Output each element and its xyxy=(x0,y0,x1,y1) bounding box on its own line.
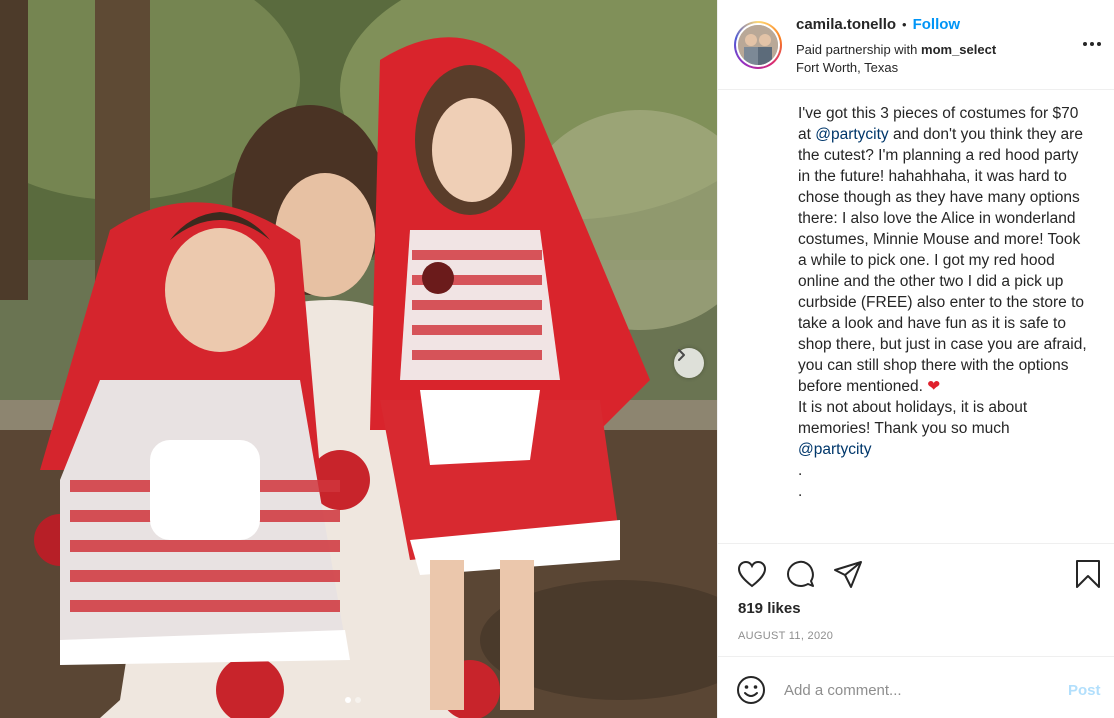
separator: • xyxy=(902,17,907,32)
partner-link[interactable]: mom_select xyxy=(921,42,996,57)
carousel-dot xyxy=(355,697,361,703)
share-button[interactable] xyxy=(832,558,864,590)
post-actions: 819 likes August 11, 2020 xyxy=(718,543,1114,655)
post-header: camila.tonello • Follow Paid partnership… xyxy=(718,0,1114,90)
mention-link[interactable]: @partycity xyxy=(815,126,888,143)
emoji-button[interactable] xyxy=(736,675,766,705)
avatar[interactable] xyxy=(734,21,782,69)
heart-emoji: ❤ xyxy=(927,378,941,395)
username-row: camila.tonello • Follow xyxy=(796,16,960,33)
partnership-prefix: Paid partnership with xyxy=(796,42,922,57)
carousel-dot-active xyxy=(345,697,351,703)
caption-text-2: and don't you think they are the cutest?… xyxy=(798,126,1087,395)
carousel-indicator xyxy=(345,697,361,703)
location-link[interactable]: Fort Worth, Texas xyxy=(796,60,898,75)
carousel-next-button[interactable] xyxy=(674,348,704,378)
next-arrow-icon xyxy=(678,349,685,361)
caption-text-4: . . xyxy=(798,462,803,500)
avatar-image xyxy=(738,25,778,65)
post-date[interactable]: August 11, 2020 xyxy=(738,630,833,642)
follow-button[interactable]: Follow xyxy=(913,16,961,33)
likes-count[interactable]: 819 likes xyxy=(738,600,801,617)
post-caption: I've got this 3 pieces of costumes for $… xyxy=(798,103,1088,502)
save-bookmark-icon xyxy=(1076,560,1100,588)
mention-link[interactable]: @partycity xyxy=(798,441,871,458)
photo-illustration xyxy=(0,0,717,718)
post-comment-button[interactable]: Post xyxy=(1068,682,1101,699)
emoji-icon xyxy=(737,676,765,704)
caption-scroll-area[interactable]: I've got this 3 pieces of costumes for $… xyxy=(718,91,1114,543)
post-photo[interactable] xyxy=(0,0,717,718)
avatar-photo xyxy=(738,25,778,65)
comment-icon xyxy=(787,560,814,587)
username-link[interactable]: camila.tonello xyxy=(796,16,896,33)
comment-form: Post xyxy=(718,656,1114,718)
like-heart-icon xyxy=(737,560,767,588)
comment-button[interactable] xyxy=(784,558,816,590)
comment-input[interactable] xyxy=(784,675,1054,705)
save-button[interactable] xyxy=(1072,558,1104,590)
post-side-panel: camila.tonello • Follow Paid partnership… xyxy=(717,0,1114,718)
caption-text-3: It is not about holidays, it is about me… xyxy=(798,399,1028,437)
partnership-line: Paid partnership with mom_select xyxy=(796,42,996,57)
more-options-icon[interactable] xyxy=(1080,34,1104,54)
share-icon xyxy=(834,561,862,588)
like-button[interactable] xyxy=(736,558,768,590)
